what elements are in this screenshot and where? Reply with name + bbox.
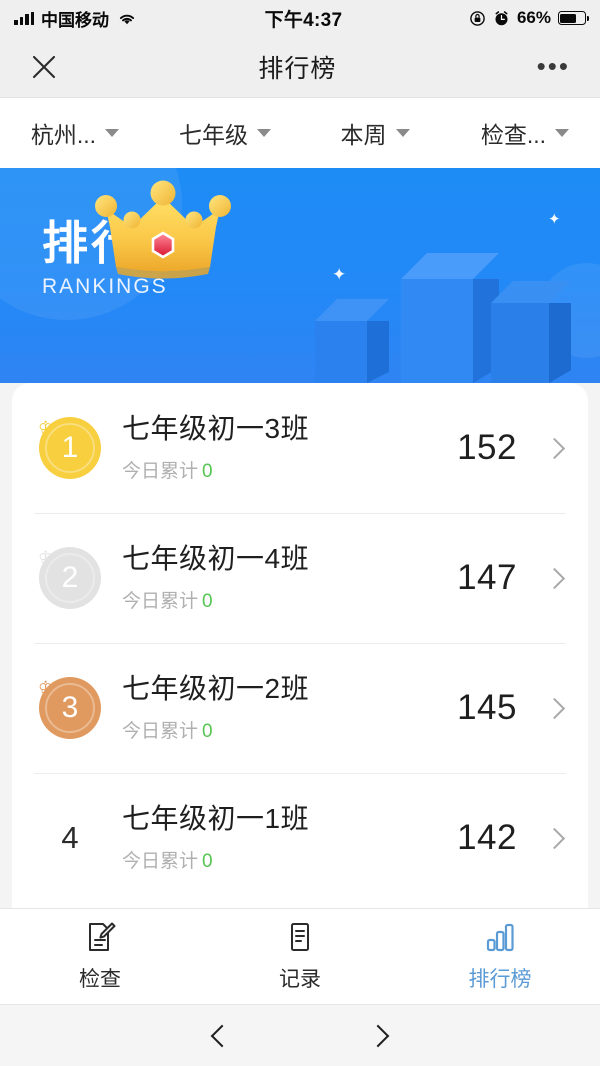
rank-medal: ♔ 3 bbox=[34, 677, 106, 739]
close-icon[interactable] bbox=[30, 53, 58, 81]
nav-header: 排行榜 ••• bbox=[0, 36, 600, 98]
row-score: 152 bbox=[457, 428, 517, 468]
today-total: 今日累计0 bbox=[122, 456, 457, 483]
table-row[interactable]: ♔ 3 七年级初一2班 今日累计0 145 bbox=[12, 643, 588, 773]
chevron-right-icon[interactable] bbox=[544, 827, 565, 848]
sparkle-icon: ✦ bbox=[548, 210, 561, 228]
podium-blocks-icon bbox=[313, 273, 578, 383]
today-total: 今日累计0 bbox=[122, 586, 457, 613]
filter-bar: 杭州... 七年级 本周 检查... bbox=[0, 98, 600, 168]
wifi-icon bbox=[116, 10, 138, 26]
medal-bronze-icon: 3 bbox=[39, 677, 101, 739]
document-lines-icon bbox=[283, 920, 317, 954]
page-title: 排行榜 bbox=[258, 49, 336, 85]
medal-gold-icon: 1 bbox=[39, 417, 101, 479]
today-total: 今日累计0 bbox=[122, 846, 457, 873]
today-total-label: 今日累计 bbox=[122, 851, 198, 872]
today-total-label: 今日累计 bbox=[122, 721, 198, 742]
tab-records-label: 记录 bbox=[279, 963, 321, 993]
row-score: 142 bbox=[457, 818, 517, 858]
class-name: 七年级初一1班 bbox=[122, 803, 457, 835]
table-row[interactable]: 4 七年级初一1班 今日累计0 142 bbox=[12, 773, 588, 903]
chevron-down-icon bbox=[105, 129, 119, 137]
filter-grade[interactable]: 七年级 bbox=[150, 116, 300, 150]
class-name: 七年级初一2班 bbox=[122, 673, 457, 705]
chevron-right-icon[interactable] bbox=[544, 437, 565, 458]
filter-type-label: 检查... bbox=[481, 116, 546, 150]
table-row[interactable]: ♔ 1 七年级初一3班 今日累计0 152 bbox=[12, 383, 588, 513]
tab-inspection-label: 检查 bbox=[79, 963, 121, 993]
row-score: 145 bbox=[457, 688, 517, 728]
filter-grade-label: 七年级 bbox=[179, 116, 248, 150]
alarm-clock-icon bbox=[493, 10, 510, 27]
chevron-right-icon[interactable] bbox=[544, 697, 565, 718]
chevron-right-icon[interactable] bbox=[544, 567, 565, 588]
tab-rankings-label: 排行榜 bbox=[469, 963, 532, 993]
rank-medal: ♔ 2 bbox=[34, 547, 106, 609]
class-name: 七年级初一3班 bbox=[122, 413, 457, 445]
row-main: 七年级初一1班 今日累计0 bbox=[106, 803, 457, 873]
medal-silver-icon: 2 bbox=[39, 547, 101, 609]
ranking-list-card: ♔ 1 七年级初一3班 今日累计0 152 ♔ 2 七年级初一4班 今日累计0 … bbox=[12, 383, 588, 958]
today-total-value: 0 bbox=[202, 721, 213, 742]
chevron-down-icon bbox=[257, 129, 271, 137]
status-bar: 中国移动 下午4:37 66% bbox=[0, 0, 600, 36]
filter-region-label: 杭州... bbox=[31, 116, 96, 150]
tab-rankings[interactable]: 排行榜 bbox=[400, 909, 600, 1004]
row-main: 七年级初一2班 今日累计0 bbox=[106, 673, 457, 743]
rank-medal: 4 bbox=[34, 820, 106, 856]
document-edit-icon bbox=[83, 920, 117, 954]
chevron-left-icon[interactable] bbox=[211, 1024, 234, 1047]
crown-icon bbox=[88, 175, 238, 287]
today-total-label: 今日累计 bbox=[122, 461, 198, 482]
browser-nav-bar bbox=[0, 1004, 600, 1066]
filter-region[interactable]: 杭州... bbox=[0, 116, 150, 150]
rank-number: 4 bbox=[61, 820, 78, 856]
status-bar-right: 66% bbox=[469, 8, 586, 28]
filter-type[interactable]: 检查... bbox=[450, 116, 600, 150]
today-total-value: 0 bbox=[202, 461, 213, 482]
battery-percent-label: 66% bbox=[517, 8, 551, 28]
signal-bars-icon bbox=[14, 12, 34, 25]
tab-records[interactable]: 记录 bbox=[200, 909, 400, 1004]
rotation-lock-icon bbox=[469, 10, 486, 27]
rank-medal: ♔ 1 bbox=[34, 417, 106, 479]
rankings-banner: 排行榜 RANKINGS ✦ ✦ ✦ bbox=[0, 168, 600, 383]
chevron-down-icon bbox=[555, 129, 569, 137]
chevron-down-icon bbox=[396, 129, 410, 137]
row-main: 七年级初一4班 今日累计0 bbox=[106, 543, 457, 613]
tab-inspection[interactable]: 检查 bbox=[0, 909, 200, 1004]
status-bar-left: 中国移动 bbox=[14, 6, 138, 31]
today-total-label: 今日累计 bbox=[122, 591, 198, 612]
bar-chart-icon bbox=[483, 920, 517, 954]
status-bar-time: 下午4:37 bbox=[265, 5, 343, 32]
filter-period-label: 本周 bbox=[341, 116, 387, 150]
chevron-right-icon[interactable] bbox=[367, 1024, 390, 1047]
today-total-value: 0 bbox=[202, 591, 213, 612]
carrier-label: 中国移动 bbox=[41, 6, 109, 31]
class-name: 七年级初一4班 bbox=[122, 543, 457, 575]
battery-icon bbox=[558, 11, 586, 25]
today-total-value: 0 bbox=[202, 851, 213, 872]
row-score: 147 bbox=[457, 558, 517, 598]
table-row[interactable]: ♔ 2 七年级初一4班 今日累计0 147 bbox=[12, 513, 588, 643]
bottom-tab-bar: 检查 记录 排行榜 bbox=[0, 908, 600, 1004]
row-main: 七年级初一3班 今日累计0 bbox=[106, 413, 457, 483]
today-total: 今日累计0 bbox=[122, 716, 457, 743]
more-options-button[interactable]: ••• bbox=[537, 59, 570, 75]
filter-period[interactable]: 本周 bbox=[300, 116, 450, 150]
